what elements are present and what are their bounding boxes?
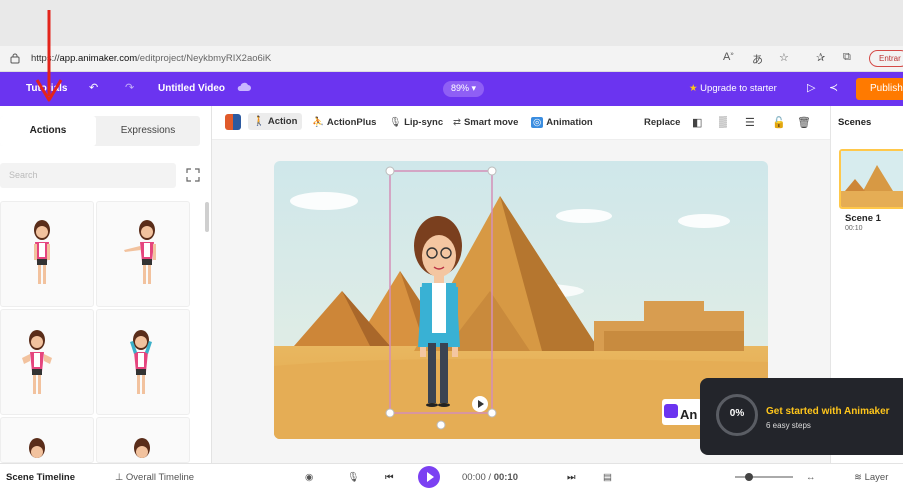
time-display: 00:00 / 00:10 — [462, 472, 519, 483]
running-person-icon: ⛹ — [312, 117, 324, 128]
transparency-icon[interactable]: ▒ — [719, 116, 727, 128]
character-pose-standing — [34, 220, 50, 284]
layers-icon: ≋ — [854, 472, 862, 483]
scene-timeline-tab[interactable]: Scene Timeline — [6, 472, 75, 483]
smart-move-icon: ⇄ — [453, 117, 461, 128]
subtitles-icon[interactable]: ▤ — [603, 472, 612, 483]
timeline-zoom-slider[interactable] — [735, 473, 793, 481]
timeline-bar: Scene Timeline ⊥ Overall Timeline ◉ 🎙 ⏮ … — [0, 463, 903, 489]
action-thumbnail[interactable] — [96, 309, 190, 415]
page-info-icon[interactable] — [10, 53, 20, 64]
undo-icon[interactable]: ↶ — [89, 81, 98, 94]
actionplus-button[interactable]: ⛹ ActionPlus — [312, 117, 376, 128]
editor-header: Tutorials ↶ ↷ Untitled Video 89% ▾ ★ Upg… — [0, 72, 903, 106]
skip-forward-icon[interactable]: ⏭ — [567, 472, 576, 483]
tab-actions[interactable]: Actions — [0, 116, 96, 146]
slider-knob[interactable] — [745, 473, 753, 481]
character-pose-hands-on-head — [130, 330, 152, 394]
layer-button[interactable]: ≋ Layer — [854, 472, 888, 483]
favorites-list-icon[interactable]: ✰ — [816, 51, 825, 64]
flip-icon[interactable]: ◧ — [692, 116, 702, 129]
read-aloud-icon[interactable]: A» — [723, 51, 734, 63]
layers-stack-icon[interactable]: ☰ — [745, 116, 755, 129]
toast-title: Get started with Animaker — [766, 406, 890, 417]
annotation-arrow-icon — [35, 10, 63, 102]
star-icon: ★ — [689, 83, 698, 94]
preview-play-icon[interactable]: ▷ — [807, 81, 815, 94]
cloud-save-icon — [237, 82, 251, 91]
action-thumbnail[interactable] — [0, 201, 94, 307]
play-button[interactable] — [418, 466, 440, 488]
character-pose-partial — [134, 438, 150, 458]
character-toolbar: 🚶 Action ⛹ ActionPlus 🎙 Lip-sync ⇄ Smart mov… — [212, 106, 830, 140]
redo-icon[interactable]: ↷ — [125, 81, 134, 94]
action-thumbnail[interactable] — [96, 417, 190, 463]
action-thumbnail[interactable] — [96, 201, 190, 307]
expand-icon[interactable] — [186, 168, 200, 182]
actions-panel: Actions Expressions Search — [0, 106, 212, 463]
scenes-title: Scenes — [838, 117, 872, 128]
collections-icon[interactable]: ⧉ — [843, 51, 851, 64]
microphone-icon: 🎙 — [389, 117, 402, 128]
camera-icon[interactable]: ◉ — [305, 472, 313, 483]
character-pose-shrug — [22, 330, 52, 394]
selected-character[interactable] — [274, 161, 768, 439]
screenshot-margin — [0, 0, 903, 46]
sign-in-button[interactable]: Entrar — [869, 50, 903, 67]
panel-scrollbar[interactable] — [205, 202, 209, 232]
upgrade-button[interactable]: ★ Upgrade to starter — [689, 83, 777, 94]
animaker-watermark: An — [662, 399, 702, 425]
action-button[interactable]: 🚶 Action — [248, 113, 303, 130]
share-icon[interactable]: ≺ — [829, 81, 838, 94]
scene-stage[interactable] — [274, 161, 768, 439]
lock-icon[interactable]: 🔓 — [772, 116, 786, 129]
project-title[interactable]: Untitled Video — [158, 83, 225, 94]
svg-text:An: An — [680, 407, 697, 422]
scene-duration: 00:10 — [845, 225, 863, 232]
scene-thumbnail[interactable] — [839, 149, 903, 209]
replace-button[interactable]: Replace — [644, 117, 680, 128]
walking-person-icon: 🚶 — [253, 116, 265, 127]
animation-icon: ◎ — [531, 117, 544, 128]
favorite-star-icon[interactable]: ☆ — [779, 51, 789, 64]
timeline-icon: ⊥ — [115, 472, 124, 483]
toast-subtitle: 6 easy steps — [766, 421, 811, 430]
publish-button[interactable]: Publish — [856, 78, 903, 100]
color-swatch-icon[interactable] — [225, 114, 241, 130]
panel-tabs: Actions Expressions — [0, 116, 200, 146]
character-pose-pointing — [124, 220, 156, 284]
lipsync-button[interactable]: 🎙 Lip-sync — [389, 117, 443, 128]
microphone-icon[interactable]: 🎙 — [347, 472, 359, 483]
onboarding-toast[interactable]: 0% Get started with Animaker 6 easy step… — [700, 378, 903, 455]
progress-percent: 0% — [729, 408, 745, 419]
browser-address-bar: https://app.animaker.com/editproject/Ney… — [0, 46, 903, 72]
delete-icon[interactable]: 🗑 — [797, 116, 811, 129]
character-pose-partial — [29, 438, 45, 458]
tab-expressions[interactable]: Expressions — [96, 116, 200, 146]
action-thumbnail[interactable] — [0, 309, 94, 415]
fit-width-icon[interactable]: ↔ — [806, 472, 816, 483]
zoom-level-dropdown[interactable]: 89% ▾ — [443, 81, 484, 97]
animation-button[interactable]: ◎ Animation — [531, 117, 593, 128]
search-input[interactable]: Search — [0, 163, 176, 188]
overall-timeline-tab[interactable]: ⊥ Overall Timeline — [115, 472, 194, 483]
smart-move-button[interactable]: ⇄ Smart move — [453, 117, 518, 128]
skip-back-icon[interactable]: ⏮ — [385, 472, 394, 483]
action-thumbnail[interactable] — [0, 417, 94, 463]
scene-preview — [841, 151, 903, 207]
translate-icon[interactable]: あ — [752, 51, 763, 67]
scene-name: Scene 1 — [845, 213, 881, 224]
